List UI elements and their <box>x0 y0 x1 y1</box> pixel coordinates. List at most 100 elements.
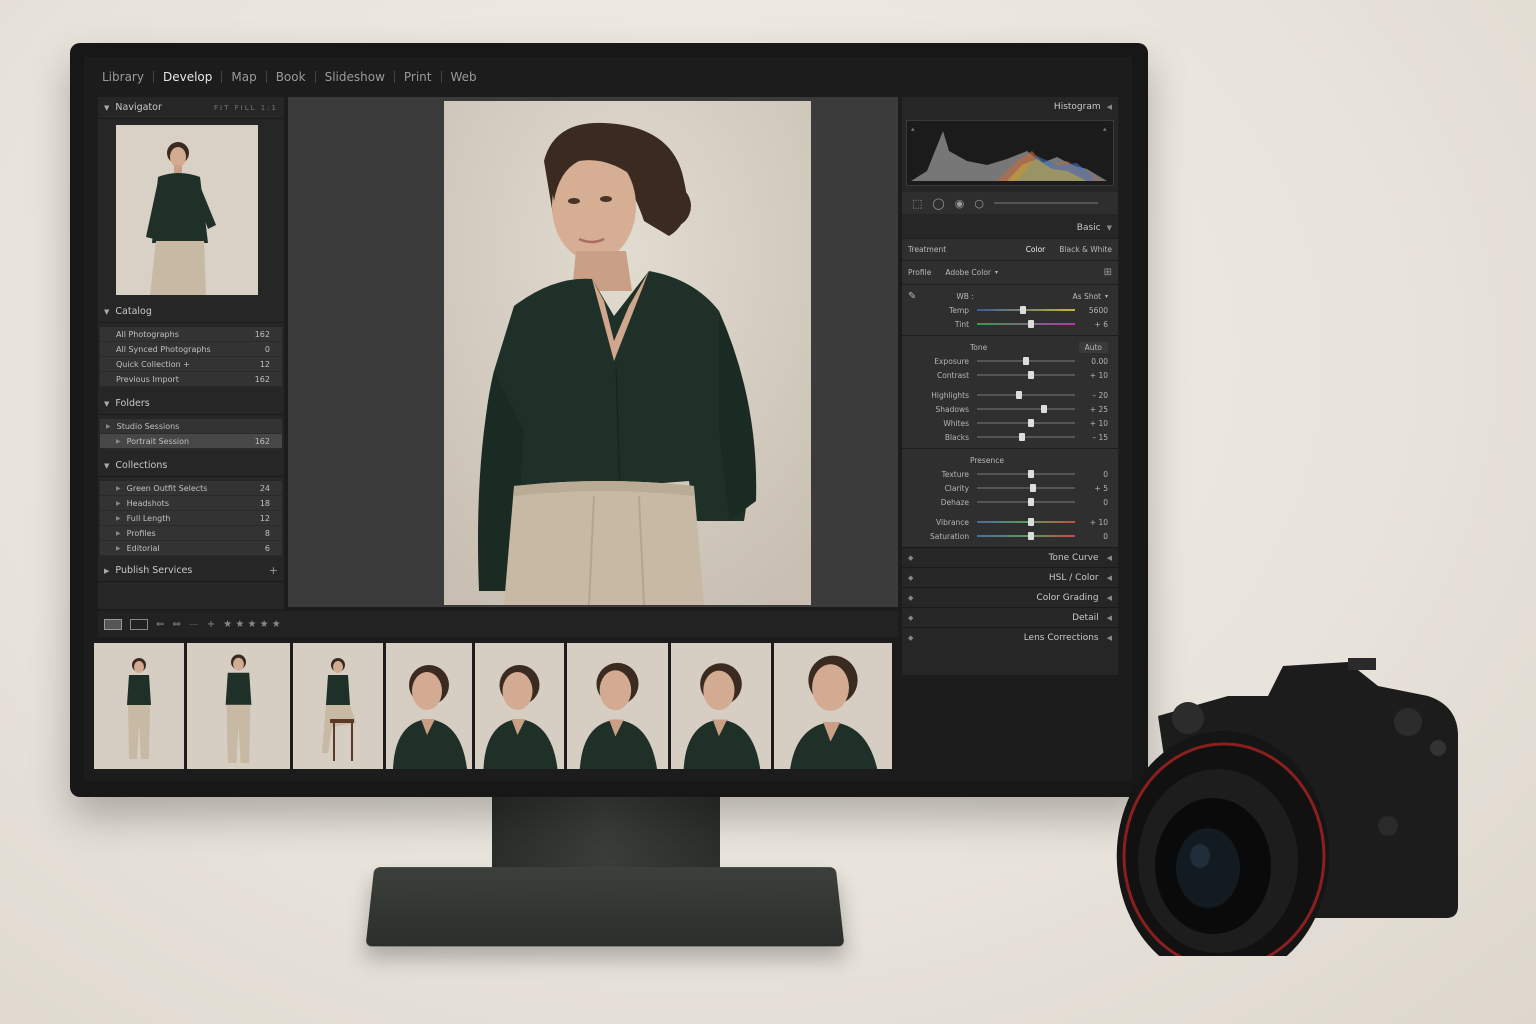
slider-handle[interactable] <box>1041 405 1048 413</box>
slider-value[interactable]: 0 <box>1083 470 1108 479</box>
slider-track[interactable] <box>977 498 1075 506</box>
slider-track[interactable] <box>977 405 1075 413</box>
loupe-view[interactable] <box>288 97 898 607</box>
basic-header[interactable]: Basic ▼ <box>902 218 1118 238</box>
spot-removal-icon[interactable]: ◯ <box>932 197 944 210</box>
collections-item[interactable]: ▶ Editorial 6 <box>100 541 282 556</box>
navigator-zoom-controls[interactable]: FIT FILL 1:1 <box>214 104 278 112</box>
star-rating[interactable]: ★ ★ ★ ★ ★ <box>223 619 281 630</box>
slider-track[interactable] <box>977 419 1075 427</box>
collections-item[interactable]: ▶ Profiles 8 <box>100 526 282 541</box>
panel-header-detail[interactable]: ◆ Detail ◀ <box>902 607 1118 627</box>
panel-header-hsl-color[interactable]: ◆ HSL / Color ◀ <box>902 567 1118 587</box>
slider-value[interactable]: + 10 <box>1083 419 1108 428</box>
slider-value[interactable]: + 6 <box>1083 320 1108 329</box>
filmstrip-thumbnail[interactable] <box>386 643 472 769</box>
tool-slider[interactable] <box>993 202 1098 204</box>
slider-track[interactable] <box>977 306 1075 314</box>
filmstrip-thumbnail[interactable] <box>567 643 668 769</box>
module-print[interactable]: Print <box>395 71 442 83</box>
add-publish-service-button[interactable]: + <box>269 564 278 577</box>
catalog-item[interactable]: All Photographs 162 <box>100 327 282 342</box>
slider-handle[interactable] <box>1027 518 1034 526</box>
slider-value[interactable]: – 20 <box>1083 391 1108 400</box>
filmstrip-thumbnail[interactable] <box>94 643 184 769</box>
publish-services-header[interactable]: ▶ Publish Services + <box>98 560 284 582</box>
slider-handle[interactable] <box>1019 306 1026 314</box>
profile-dropdown[interactable]: Adobe Color <box>945 268 991 277</box>
slider-value[interactable]: + 10 <box>1083 518 1108 527</box>
slider-handle[interactable] <box>1027 470 1034 478</box>
slider-track[interactable] <box>977 470 1075 478</box>
slider-value[interactable]: 5600 <box>1083 306 1108 315</box>
slider-track[interactable] <box>977 532 1075 540</box>
collections-item[interactable]: ▶ Full Length 12 <box>100 511 282 526</box>
wb-dropdown[interactable]: As Shot <box>1073 292 1101 301</box>
module-web[interactable]: Web <box>442 71 486 83</box>
treatment-bw-button[interactable]: Black & White <box>1059 245 1112 254</box>
folders-item[interactable]: ▶ Studio Sessions <box>100 419 282 434</box>
folders-header[interactable]: ▼ Folders <box>98 393 284 415</box>
slider-value[interactable]: – 15 <box>1083 433 1108 442</box>
panel-switch-icon[interactable]: ◆ <box>908 594 913 602</box>
navigator-preview[interactable] <box>116 125 258 295</box>
panel-switch-icon[interactable]: ◆ <box>908 554 913 562</box>
slider-value[interactable]: 0.00 <box>1083 357 1108 366</box>
main-photo[interactable] <box>444 101 811 605</box>
slider-handle[interactable] <box>1027 371 1034 379</box>
slider-handle[interactable] <box>1027 320 1034 328</box>
slider-handle[interactable] <box>1029 484 1036 492</box>
crop-tool-icon[interactable]: ⬚ <box>912 197 922 210</box>
slider-track[interactable] <box>977 371 1075 379</box>
filmstrip-thumbnail[interactable] <box>671 643 771 769</box>
slider-handle[interactable] <box>1027 419 1034 427</box>
slider-value[interactable]: + 10 <box>1083 371 1108 380</box>
slider-track[interactable] <box>977 357 1075 365</box>
profile-browser-icon[interactable]: ⊞ <box>1104 267 1112 278</box>
collections-item[interactable]: ▶ Green Outfit Selects 24 <box>100 481 282 496</box>
slider-handle[interactable] <box>1027 532 1034 540</box>
panel-header-color-grading[interactable]: ◆ Color Grading ◀ <box>902 587 1118 607</box>
catalog-header[interactable]: ▼ Catalog <box>98 301 284 323</box>
compare-view-icon[interactable] <box>130 618 148 630</box>
catalog-item[interactable]: Quick Collection + 12 <box>100 357 282 372</box>
slider-track[interactable] <box>977 433 1075 441</box>
module-library[interactable]: Library <box>102 71 154 83</box>
navigator-header[interactable]: ▼ Navigator FIT FILL 1:1 <box>98 97 284 119</box>
collections-header[interactable]: ▼ Collections <box>98 455 284 477</box>
folders-item[interactable]: ▶ Portrait Session 162 <box>100 434 282 449</box>
collections-item[interactable]: ▶ Headshots 18 <box>100 496 282 511</box>
slider-value[interactable]: + 25 <box>1083 405 1108 414</box>
slider-track[interactable] <box>977 320 1075 328</box>
add-icon[interactable]: + <box>207 619 215 630</box>
module-book[interactable]: Book <box>267 71 316 83</box>
panel-switch-icon[interactable]: ◆ <box>908 614 913 622</box>
eyedropper-icon[interactable]: ✎ <box>908 291 916 302</box>
filmstrip-thumbnail[interactable] <box>475 643 564 769</box>
slider-value[interactable]: + 5 <box>1083 484 1108 493</box>
slider-handle[interactable] <box>1022 357 1029 365</box>
slider-value[interactable]: 0 <box>1083 532 1108 541</box>
slider-track[interactable] <box>977 518 1075 526</box>
slider-track[interactable] <box>977 391 1075 399</box>
module-map[interactable]: Map <box>222 71 267 83</box>
treatment-color-button[interactable]: Color <box>1026 245 1046 254</box>
histogram-header[interactable]: Histogram ◀ <box>902 97 1118 117</box>
histogram[interactable]: ▴ ▴ <box>906 120 1114 186</box>
slider-handle[interactable] <box>1018 433 1025 441</box>
panel-switch-icon[interactable]: ◆ <box>908 574 913 582</box>
navigate-forward-icon[interactable]: ⇔ <box>172 619 180 630</box>
catalog-item[interactable]: Previous Import 162 <box>100 372 282 387</box>
slider-handle[interactable] <box>1027 498 1034 506</box>
panel-header-lens-corrections[interactable]: ◆ Lens Corrections ◀ <box>902 627 1118 647</box>
red-eye-icon[interactable]: ◉ <box>955 197 965 210</box>
panel-header-tone-curve[interactable]: ◆ Tone Curve ◀ <box>902 547 1118 567</box>
filmstrip-thumbnail[interactable] <box>293 643 383 769</box>
masking-icon[interactable]: ○ <box>974 197 984 210</box>
navigate-back-icon[interactable]: ⇐ <box>156 619 164 630</box>
module-slideshow[interactable]: Slideshow <box>316 71 395 83</box>
loupe-view-icon[interactable] <box>104 618 122 630</box>
filmstrip-thumbnail[interactable] <box>774 643 892 769</box>
catalog-item[interactable]: All Synced Photographs 0 <box>100 342 282 357</box>
module-develop[interactable]: Develop <box>154 71 223 83</box>
